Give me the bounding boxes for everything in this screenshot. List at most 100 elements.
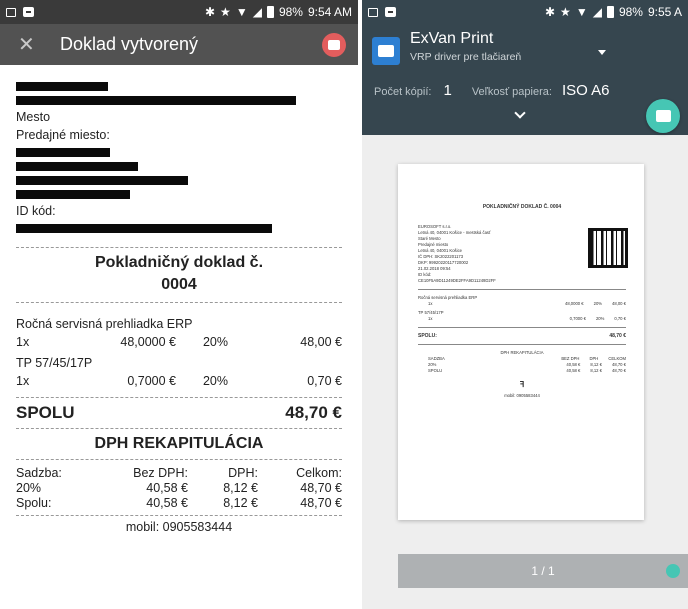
preview-item-total: 48,00 € xyxy=(612,301,626,306)
print-options-header: ExVan Print VRP driver pre tlačiareň Poč… xyxy=(362,24,688,135)
preview-total-value: 48,70 € xyxy=(609,333,626,339)
item-qty: 1x xyxy=(16,335,30,349)
divider xyxy=(16,302,342,303)
print-fab-button[interactable] xyxy=(646,99,680,133)
redacted-text xyxy=(16,224,272,233)
divider xyxy=(16,459,342,460)
page-indicator-bar[interactable]: 1 / 1 xyxy=(398,554,688,588)
printer-description: VRP driver pre tlačiareň xyxy=(410,51,522,63)
item-name: TP 57/45/17P xyxy=(16,356,93,370)
preview-item-qty: 1x xyxy=(428,301,433,306)
preview-mobile: mobil: 0905583444 xyxy=(504,393,540,398)
item-row: 1x 48,0000 € 20% 48,00 € xyxy=(16,335,342,350)
item-name: Ročná servisná prehliadka ERP xyxy=(16,317,193,331)
vat-amount: 8,12 € xyxy=(223,496,258,510)
vat-header-vat: DPH: xyxy=(228,466,258,480)
vat-base: 40,58 € xyxy=(146,496,188,510)
item-total: 0,70 € xyxy=(307,374,342,388)
signal-icon: ◢ xyxy=(252,5,262,19)
vat-base: 40,58 € xyxy=(146,481,188,495)
divider xyxy=(16,515,342,516)
receipt-id-label: ID kód: xyxy=(16,204,56,218)
redacted-text xyxy=(16,96,296,105)
wifi-icon: ▼ xyxy=(575,5,588,19)
preview-item-price: 48,0000 € xyxy=(564,301,584,306)
preview-recap-row: SPOLU 40,58 € 8,12 € 48,70 € xyxy=(418,368,626,374)
preview-item-qty: 1x xyxy=(428,316,433,321)
battery-level: 98% xyxy=(618,5,643,19)
vat-recap-row: 20% 40,58 € 8,12 € 48,70 € xyxy=(16,481,342,496)
vat-amount: 8,12 € xyxy=(223,481,258,495)
printer-name[interactable]: ExVan Print xyxy=(410,30,493,48)
vat-recap-title: DPH REKAPITULÁCIA xyxy=(94,435,264,452)
item-total: 48,00 € xyxy=(300,335,342,349)
printer-icon xyxy=(328,39,340,50)
preview-item-total: 0,70 € xyxy=(614,316,626,321)
gallery-icon xyxy=(6,7,16,17)
vat-total: 48,70 € xyxy=(300,481,342,495)
receipt-number: 0004 xyxy=(161,276,197,293)
receipt-sale-point: Predajné miesto: xyxy=(16,128,110,142)
receipt-item: Ročná servisná prehliadka ERP 1x 48,0000… xyxy=(16,317,342,350)
redacted-text xyxy=(16,190,130,199)
clock: 9:54 AM xyxy=(307,5,352,19)
preview-title: POKLADNIČNÝ DOKLAD Č. 0004 xyxy=(482,204,562,210)
receipt-screen: ✱ ★ ▼ ◢ 98% 9:54 AM ✕ Doklad vytvorený M… xyxy=(0,0,358,609)
print-screen: ✱ ★ ▼ ◢ 98% 9:55 A ExVan Print VRP drive… xyxy=(362,0,688,609)
vat-rate: Spolu: xyxy=(16,496,52,510)
preview-recap-cell: 8,12 € xyxy=(590,368,603,373)
total-value: 48,70 € xyxy=(285,403,342,422)
receipt-item: TP 57/45/17P 1x 0,7000 € 20% 0,70 € xyxy=(16,356,342,389)
vat-recap-header: Sadzba: Bez DPH: DPH: Celkom: xyxy=(16,466,342,481)
status-bar: ✱ ★ ▼ ◢ 98% 9:55 A xyxy=(362,0,688,24)
preview-recap-cell: SPOLU xyxy=(428,368,443,373)
print-options-summary[interactable]: Počet kópií: 1 Veľkosť papiera: ISO A6 xyxy=(374,82,609,99)
preview-logo: ꟻ xyxy=(519,380,525,389)
page-selected-check-icon[interactable] xyxy=(666,564,680,578)
vat-recap-row: Spolu: 40,58 € 8,12 € 48,70 € xyxy=(16,496,342,511)
expand-options-icon[interactable] xyxy=(514,107,526,119)
item-row: 1x 0,7000 € 20% 0,70 € xyxy=(16,374,342,389)
signal-icon: ◢ xyxy=(592,5,602,19)
divider xyxy=(418,344,626,345)
vat-header-total: Celkom: xyxy=(296,466,342,480)
preview-recap-cell: 48,70 € xyxy=(612,368,626,373)
item-vat: 20% xyxy=(202,335,228,349)
redacted-text xyxy=(16,82,108,91)
vat-header-base: Bez DPH: xyxy=(133,466,188,480)
close-icon[interactable]: ✕ xyxy=(18,32,50,57)
receipt: Mesto Predajné miesto: ID kód: Pokladnič… xyxy=(0,65,358,534)
print-notification-icon xyxy=(23,7,34,17)
item-vat: 20% xyxy=(202,374,228,388)
printer-dropdown-icon[interactable] xyxy=(598,50,606,55)
print-button[interactable] xyxy=(322,32,346,57)
vat-total: 48,70 € xyxy=(300,496,342,510)
item-price: 0,7000 € xyxy=(127,374,176,388)
battery-icon xyxy=(266,6,274,18)
preview-total-label: SPOLU: xyxy=(418,333,437,339)
divider xyxy=(418,327,626,328)
battery-level: 98% xyxy=(278,5,303,19)
page-indicator: 1 / 1 xyxy=(531,564,555,578)
receipt-city: Mesto xyxy=(16,110,51,124)
paper-size-value: ISO A6 xyxy=(561,82,610,99)
redacted-text xyxy=(16,162,138,171)
print-notification-icon xyxy=(385,7,396,17)
receipt-mobile: mobil: 0905583444 xyxy=(125,520,233,534)
battery-icon xyxy=(606,6,614,18)
total-label: SPOLU xyxy=(16,403,75,422)
preview-recap-cell: 40,58 € xyxy=(566,368,581,373)
print-preview-page[interactable]: POKLADNIČNÝ DOKLAD Č. 0004 EUROSOFT s.r.… xyxy=(398,164,644,520)
divider xyxy=(16,247,342,248)
preview-line: CE10F5A9D11249DE2FFA9D11249D2FF xyxy=(418,278,496,283)
copies-label: Počet kópií: xyxy=(374,86,432,98)
qr-code xyxy=(588,228,628,268)
printer-icon xyxy=(655,110,671,122)
redacted-text xyxy=(16,148,110,157)
star-icon: ★ xyxy=(560,5,571,19)
preview-item-row: 1x 0,7000 € 20% 0,70 € xyxy=(418,316,626,322)
status-bar: ✱ ★ ▼ ◢ 98% 9:54 AM xyxy=(0,0,358,24)
item-price: 48,0000 € xyxy=(120,335,176,349)
paper-size-label: Veľkosť papiera: xyxy=(471,86,552,98)
app-bar: ✕ Doklad vytvorený xyxy=(0,24,358,65)
